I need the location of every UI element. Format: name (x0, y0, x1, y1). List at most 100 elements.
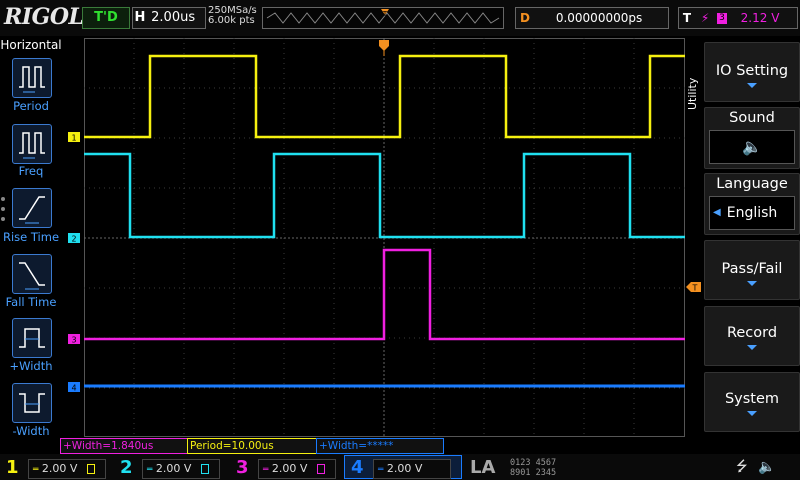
measurement-2[interactable]: Period=10.00us (187, 438, 317, 454)
measurement-results: +Width=1.840us Period=10.00us +Width=***… (60, 438, 680, 454)
fall-time-label: Fall Time (5, 295, 57, 309)
memory-position-bar[interactable]: T (262, 7, 504, 29)
positive-width-button[interactable] (12, 318, 52, 358)
ch3-scale-box: ═ 2.00 V (258, 459, 336, 479)
pass-fail-button[interactable]: Pass/Fail (704, 240, 800, 300)
chevron-down-icon (747, 345, 757, 350)
delay-readout[interactable]: D 0.00000000ps (515, 7, 669, 29)
sound-button[interactable]: Sound 🔈 (704, 107, 800, 169)
bandwidth-icon (200, 464, 209, 474)
ch1-number: 1 (6, 457, 19, 478)
la-channels: 0123 4567 8901 2345 (510, 458, 556, 478)
freq-label: Freq (18, 164, 44, 178)
sound-label: Sound (729, 110, 775, 126)
measure-panel: Horizontal Period Freq Rise Time Fall Ti… (0, 36, 62, 454)
record-button[interactable]: Record (704, 306, 800, 366)
rise-time-icon (19, 196, 45, 224)
left-scroll-dots (1, 197, 5, 221)
freq-button[interactable] (12, 124, 52, 164)
trigger-key: T (682, 11, 692, 25)
acquisition-info: 250MSa/s 6.00k pts (208, 6, 257, 26)
brand-logo: RIGOL (4, 4, 84, 30)
period-label: Period (13, 99, 49, 113)
logic-analyzer-status[interactable]: LA 0123 4567 8901 2345 (466, 456, 602, 478)
rise-time-label: Rise Time (2, 230, 60, 244)
ch3-number: 3 (236, 457, 249, 478)
bandwidth-icon (316, 464, 325, 474)
ch2-number: 2 (120, 457, 133, 478)
channel-ground-markers: 1 2 3 4 (68, 132, 80, 393)
speaker-icon: 🔈 (758, 459, 776, 475)
ch4-status[interactable]: 4 ═ 2.00 V (344, 455, 462, 479)
svg-text:4: 4 (71, 384, 76, 393)
record-label: Record (726, 325, 778, 341)
memory-waveform-preview: T (266, 9, 500, 24)
bandwidth-icon (86, 464, 95, 474)
trigger-level: 2.12 V (740, 11, 780, 25)
positive-width-icon (19, 328, 45, 348)
ch4-number: 4 (351, 457, 364, 478)
dc-coupling-icon: ═ (147, 465, 153, 475)
negative-width-icon (19, 393, 45, 413)
period-button[interactable] (12, 58, 52, 98)
period-icon (19, 66, 45, 93)
waveform-grid (84, 38, 685, 437)
ch4-scale-box: ═ 2.00 V (373, 459, 451, 479)
negative-width-label: -Width (12, 424, 50, 438)
svg-text:1: 1 (71, 134, 76, 143)
ch1-scale-box: ═ 2.00 V (28, 459, 106, 479)
measurement-3[interactable]: +Width=***** (316, 438, 444, 454)
rising-edge-icon: ⚡ (700, 11, 710, 25)
svg-text:3: 3 (71, 336, 76, 345)
delay-value: 0.00000000ps (555, 11, 643, 25)
menu-section-title: Utility (686, 77, 699, 111)
system-button[interactable]: System (704, 372, 800, 432)
negative-width-button[interactable] (12, 383, 52, 423)
delay-key: D (520, 11, 530, 25)
chevron-down-icon (747, 281, 757, 286)
trigger-status-badge: T'D (82, 7, 130, 29)
memory-depth: 6.00k pts (208, 15, 255, 26)
frequency-icon (19, 132, 45, 159)
timebase-value: 2.00us (151, 10, 196, 25)
ch3-status[interactable]: 3 ═ 2.00 V (230, 456, 342, 479)
la-label: LA (470, 457, 496, 478)
ch2-status[interactable]: 2 ═ 2.00 V (114, 456, 226, 479)
dc-coupling-icon: ═ (33, 465, 39, 475)
channel-status-bar: 1 ═ 2.00 V 2 ═ 2.00 V 3 ═ 2.00 V 4 ═ 2.0… (0, 454, 800, 480)
language-label: Language (716, 176, 788, 192)
ch4-scale: 2.00 V (386, 462, 423, 475)
timebase-readout[interactable]: H 2.00us (132, 7, 206, 29)
ch3-scale: 2.00 V (271, 462, 308, 475)
usb-icon: ⭍ (736, 459, 748, 475)
positive-width-label: +Width (9, 359, 53, 373)
trigger-source-badge: 3 (717, 13, 727, 24)
measurement-1[interactable]: +Width=1.840us (60, 438, 188, 454)
panel-title: Horizontal (0, 38, 62, 52)
pass-fail-label: Pass/Fail (721, 261, 783, 277)
io-setting-label: IO Setting (715, 63, 789, 79)
io-setting-button[interactable]: IO Setting (704, 42, 800, 102)
utility-menu: Utility IO Setting Sound 🔈 Language ◀ En… (686, 36, 800, 454)
ch1-scale: 2.00 V (41, 462, 78, 475)
la-row-1: 0123 4567 (510, 458, 557, 468)
svg-text:T: T (382, 10, 388, 18)
fall-time-icon (19, 262, 45, 290)
language-value-box: ◀ English (709, 196, 795, 230)
speaker-icon: 🔈 (709, 130, 795, 164)
fall-time-button[interactable] (12, 254, 52, 294)
svg-text:2: 2 (71, 235, 76, 244)
chevron-down-icon (747, 83, 757, 88)
horizontal-key: H (134, 10, 146, 25)
language-button[interactable]: Language ◀ English (704, 173, 800, 235)
waveform-display[interactable] (84, 38, 685, 437)
ch2-scale: 2.00 V (155, 462, 192, 475)
rise-time-button[interactable] (12, 188, 52, 228)
chevron-left-icon: ◀ (713, 207, 721, 218)
ch1-status[interactable]: 1 ═ 2.00 V (0, 456, 112, 479)
la-row-2: 8901 2345 (510, 468, 557, 478)
language-value: English (726, 205, 778, 221)
ch2-scale-box: ═ 2.00 V (142, 459, 220, 479)
chevron-down-icon (747, 411, 757, 416)
trigger-readout[interactable]: T ⚡ 3 2.12 V (678, 7, 798, 29)
